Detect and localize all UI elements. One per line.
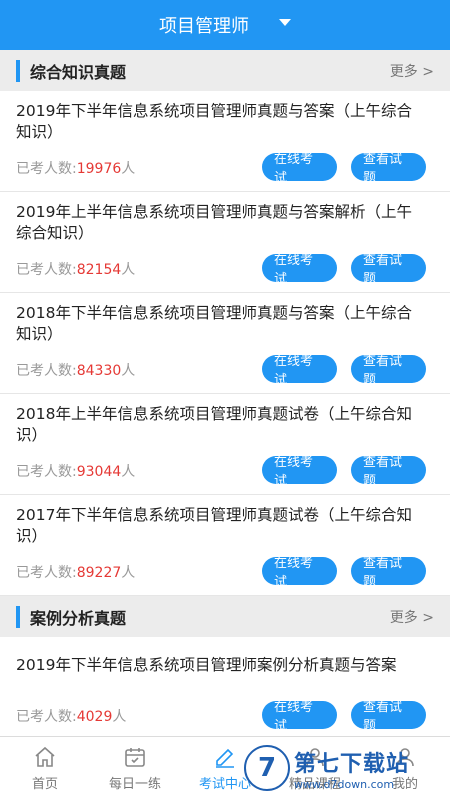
online-exam-button[interactable]: 在线考试 [262, 152, 337, 186]
exam-taken-count: 已考人数:89227人 [16, 565, 136, 581]
more-link[interactable]: 更多 > [390, 607, 434, 627]
exam-item[interactable]: 2019年上半年信息系统项目管理师真题与答案解析（上午综合知识） 已考人数:82… [0, 192, 450, 293]
home-icon [35, 746, 55, 767]
view-questions-button[interactable]: 查看试题 [351, 700, 426, 734]
site-watermark: 7 第七下载站 www.d7down.com [244, 740, 444, 796]
calendar-icon [125, 748, 145, 767]
online-exam-button[interactable]: 在线考试 [262, 354, 337, 388]
exam-title: 2017年下半年信息系统项目管理师真题试卷（上午综合知识） [16, 506, 412, 545]
tab-daily-practice[interactable]: 每日一练 [90, 737, 180, 800]
exam-title: 2019年下半年信息系统项目管理师案例分析真题与答案 [16, 656, 397, 674]
view-questions-button[interactable]: 查看试题 [351, 253, 426, 287]
exam-item[interactable]: 2019年下半年信息系统项目管理师案例分析真题与答案 已考人数:4029人 在线… [0, 637, 450, 736]
watermark-url: www.d7down.com [294, 777, 395, 791]
pen-icon [216, 748, 234, 768]
section-title: 案例分析真题 [30, 608, 127, 628]
view-questions-button[interactable]: 查看试题 [351, 556, 426, 590]
exam-taken-count: 已考人数:19976人 [16, 161, 136, 177]
exam-taken-count: 已考人数:93044人 [16, 464, 136, 480]
exam-taken-count: 已考人数:82154人 [16, 262, 136, 278]
more-link[interactable]: 更多 > [390, 61, 434, 81]
exam-item[interactable]: 2018年上半年信息系统项目管理师真题试卷（上午综合知识） 已考人数:93044… [0, 394, 450, 495]
exam-taken-count: 已考人数:4029人 [16, 709, 127, 725]
view-questions-button[interactable]: 查看试题 [351, 354, 426, 388]
section-accent-bar [16, 605, 20, 628]
section-header-case-analysis: 案例分析真题 更多 > [0, 596, 450, 637]
watermark-logo-icon: 7 [244, 745, 290, 791]
online-exam-button[interactable]: 在线考试 [262, 455, 337, 489]
view-questions-button[interactable]: 查看试题 [351, 152, 426, 186]
watermark-text: 第七下载站 [294, 751, 410, 777]
header-title[interactable]: 项目管理师 [159, 12, 249, 38]
exam-title: 2018年上半年信息系统项目管理师真题试卷（上午综合知识） [16, 405, 412, 444]
exam-item[interactable]: 2017年下半年信息系统项目管理师真题试卷（上午综合知识） 已考人数:89227… [0, 495, 450, 596]
content-list[interactable]: 综合知识真题 更多 > 2019年下半年信息系统项目管理师真题与答案（上午综合知… [0, 50, 450, 736]
tab-home[interactable]: 首页 [0, 737, 90, 800]
exam-item[interactable]: 2019年下半年信息系统项目管理师真题与答案（上午综合知识） 已考人数:1997… [0, 91, 450, 192]
exam-title: 2019年下半年信息系统项目管理师真题与答案（上午综合知识） [16, 102, 412, 141]
dropdown-caret-icon[interactable] [279, 18, 291, 26]
exam-title: 2018年下半年信息系统项目管理师真题与答案（上午综合知识） [16, 304, 412, 343]
view-questions-button[interactable]: 查看试题 [351, 455, 426, 489]
section-accent-bar [16, 59, 20, 82]
tab-label: 首页 [31, 777, 58, 792]
exam-item[interactable]: 2018年下半年信息系统项目管理师真题与答案（上午综合知识） 已考人数:8433… [0, 293, 450, 394]
tab-label: 每日一练 [108, 777, 161, 792]
exam-title: 2019年上半年信息系统项目管理师真题与答案解析（上午综合知识） [16, 203, 412, 242]
online-exam-button[interactable]: 在线考试 [262, 253, 337, 287]
top-bar: 项目管理师 [0, 0, 450, 50]
section-header-comprehensive: 综合知识真题 更多 > [0, 50, 450, 91]
online-exam-button[interactable]: 在线考试 [262, 700, 337, 734]
online-exam-button[interactable]: 在线考试 [262, 556, 337, 590]
section-title: 综合知识真题 [30, 62, 127, 82]
exam-taken-count: 已考人数:84330人 [16, 363, 136, 379]
